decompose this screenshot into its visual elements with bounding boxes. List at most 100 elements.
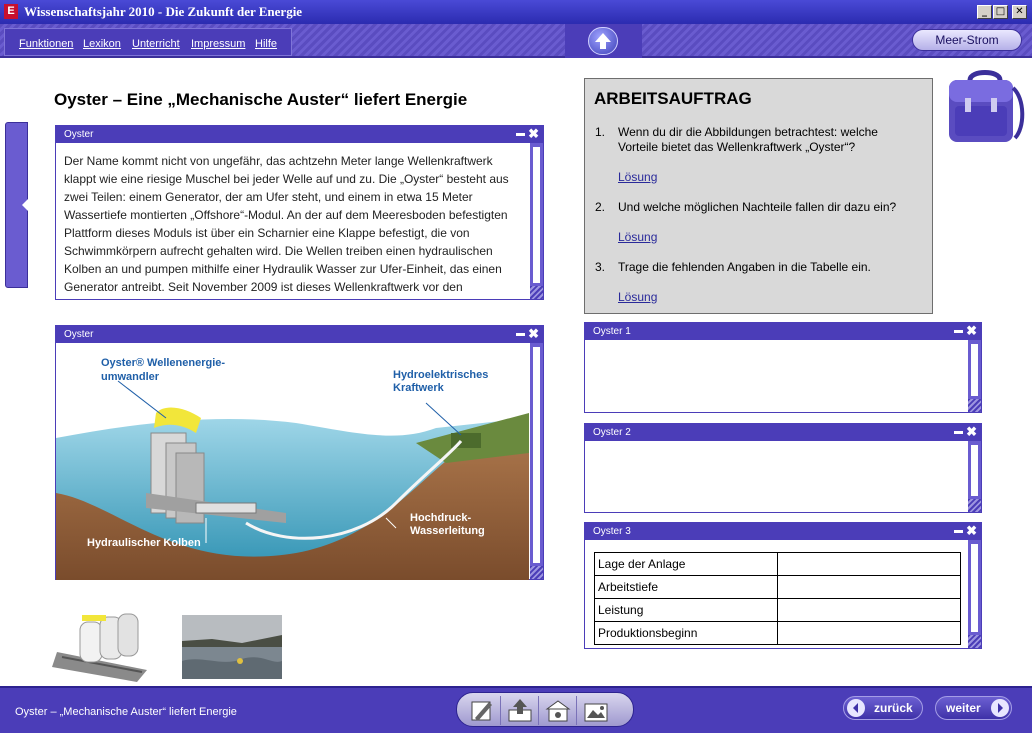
schoolbag-icon[interactable]	[945, 68, 1025, 146]
minimize-icon[interactable]	[954, 330, 964, 334]
chevron-left-icon	[847, 699, 865, 717]
resize-grip[interactable]	[968, 399, 981, 412]
back-button[interactable]: zurück	[843, 696, 923, 720]
menu-lexikon[interactable]: Lexikon	[83, 38, 121, 50]
label-kolben: Hydraulischer Kolben	[87, 537, 201, 549]
vertical-scrollbar[interactable]	[968, 340, 981, 412]
menu-hilfe[interactable]: Hilfe	[255, 38, 277, 50]
oyster-3-header: Oyster 3	[585, 523, 981, 540]
oyster-2-panel: Oyster 2 ✖	[584, 423, 982, 513]
maximize-button[interactable]: □	[993, 5, 1008, 19]
task-number: 2.	[595, 200, 606, 214]
side-drawer-tab[interactable]	[5, 122, 28, 288]
thumbnail-oyster-device[interactable]	[52, 612, 156, 684]
table-cell-input[interactable]	[777, 598, 961, 622]
upload-icon[interactable]	[503, 696, 539, 725]
loesung-link-3[interactable]: Lösung	[618, 290, 657, 304]
close-icon[interactable]: ✖	[966, 523, 977, 538]
menu-impressum[interactable]: Impressum	[191, 38, 245, 50]
vertical-scrollbar[interactable]	[530, 143, 543, 299]
task-number: 1.	[595, 125, 606, 139]
task-text: Trage die fehlenden Angaben in die Tabel…	[618, 260, 871, 274]
task-number: 3.	[595, 260, 606, 274]
vertical-scrollbar[interactable]	[968, 441, 981, 512]
scroll-track[interactable]	[533, 147, 540, 283]
table-cell-label: Produktionsbeginn	[594, 621, 778, 645]
minimize-icon[interactable]	[954, 431, 964, 435]
back-label: zurück	[874, 701, 913, 715]
resize-grip[interactable]	[968, 499, 981, 512]
app-logo-icon: E	[4, 4, 18, 19]
table-row: Produktionsbeginn	[594, 621, 961, 645]
menu-funktionen[interactable]: Funktionen	[19, 38, 73, 50]
text-panel: Oyster ✖ Der Name kommt nicht von ungefä…	[55, 125, 544, 300]
oyster-illustration: Oyster® Wellenenergie- umwandler Hydroel…	[56, 343, 529, 580]
close-window-button[interactable]: ✕	[1012, 5, 1027, 19]
camera-icon[interactable]	[541, 696, 577, 725]
scroll-track[interactable]	[971, 445, 978, 496]
panel-controls: ✖	[954, 523, 977, 540]
minimize-icon[interactable]	[516, 133, 526, 137]
loesung-link-1[interactable]: Lösung	[618, 170, 657, 184]
table-row: Arbeitstiefe	[594, 575, 961, 599]
gallery-icon[interactable]	[579, 696, 615, 725]
table-cell-label: Arbeitstiefe	[594, 575, 778, 599]
image-panel-header: Oyster	[56, 326, 543, 343]
scroll-track[interactable]	[533, 347, 540, 563]
oyster-3-panel: Oyster 3 ✖ Lage der Anlage Arbeitstiefe …	[584, 522, 982, 649]
vertical-scrollbar[interactable]	[968, 540, 981, 648]
oyster-2-title: Oyster 2	[593, 427, 631, 438]
thumbnail-coast-photo[interactable]	[182, 615, 282, 679]
resize-grip[interactable]	[968, 635, 981, 648]
resize-grip[interactable]	[530, 286, 543, 299]
next-button[interactable]: weiter	[935, 696, 1012, 720]
image-panel-title: Oyster	[64, 329, 94, 340]
arbeitsauftrag-heading: ARBEITSAUFTRAG	[594, 89, 752, 108]
table-row: Leistung	[594, 598, 961, 622]
minimize-icon[interactable]	[954, 530, 964, 534]
oyster-1-title: Oyster 1	[593, 326, 631, 337]
vertical-scrollbar[interactable]	[530, 343, 543, 579]
text-panel-title: Oyster	[64, 129, 94, 140]
label-oyster-line2: umwandler	[101, 371, 160, 383]
loesung-link-2[interactable]: Lösung	[618, 230, 657, 244]
table-row: Lage der Anlage	[594, 552, 961, 576]
table-cell-input[interactable]	[777, 621, 961, 645]
app-menubar: Funktionen Lexikon Unterricht Impressum …	[0, 24, 1032, 58]
window-title: Wissenschaftsjahr 2010 - Die Zukunft der…	[24, 4, 303, 19]
arrow-up-icon[interactable]	[588, 27, 618, 55]
oyster-1-panel: Oyster 1 ✖	[584, 322, 982, 413]
resize-grip[interactable]	[530, 566, 543, 579]
panel-controls: ✖	[954, 424, 977, 441]
coast-photo-image	[182, 615, 282, 679]
scroll-track[interactable]	[971, 344, 978, 396]
chevron-right-icon	[991, 699, 1009, 717]
label-kraftwerk-line1: Hydroelektrisches	[393, 369, 489, 381]
tool-group	[456, 692, 634, 727]
label-leitung-line2: Wasserleitung	[410, 525, 485, 537]
pencil-icon[interactable]	[465, 696, 501, 725]
chevron-left-icon	[22, 199, 28, 211]
close-icon[interactable]: ✖	[966, 424, 977, 439]
arbeitsauftrag-box: ARBEITSAUFTRAG 1. Wenn du dir die Abbild…	[584, 78, 933, 314]
text-panel-body: Der Name kommt nicht von ungefähr, das a…	[64, 154, 509, 294]
close-icon[interactable]: ✖	[528, 126, 539, 141]
close-icon[interactable]: ✖	[966, 323, 977, 338]
main-menu: Funktionen Lexikon Unterricht Impressum …	[4, 28, 292, 56]
image-panel: Oyster ✖ Oyster® Wellenenergie- umwandle…	[55, 325, 544, 580]
table-cell-input[interactable]	[777, 552, 961, 576]
oyster-3-title: Oyster 3	[593, 526, 631, 537]
minimize-icon[interactable]	[516, 333, 526, 337]
oyster-2-header: Oyster 2	[585, 424, 981, 441]
table-cell-input[interactable]	[777, 575, 961, 599]
close-icon[interactable]: ✖	[528, 326, 539, 341]
meer-strom-button[interactable]: Meer-Strom	[912, 29, 1022, 51]
scroll-track[interactable]	[971, 544, 978, 632]
page-title: Oyster – Eine „Mechanische Auster“ liefe…	[54, 90, 468, 109]
minimize-button[interactable]: _	[977, 5, 992, 19]
footer-title: Oyster – „Mechanische Auster“ liefert En…	[15, 706, 237, 718]
oyster-1-header: Oyster 1	[585, 323, 981, 340]
panel-controls: ✖	[516, 126, 539, 143]
menu-unterricht[interactable]: Unterricht	[132, 38, 180, 50]
oyster-device-image	[52, 613, 147, 682]
